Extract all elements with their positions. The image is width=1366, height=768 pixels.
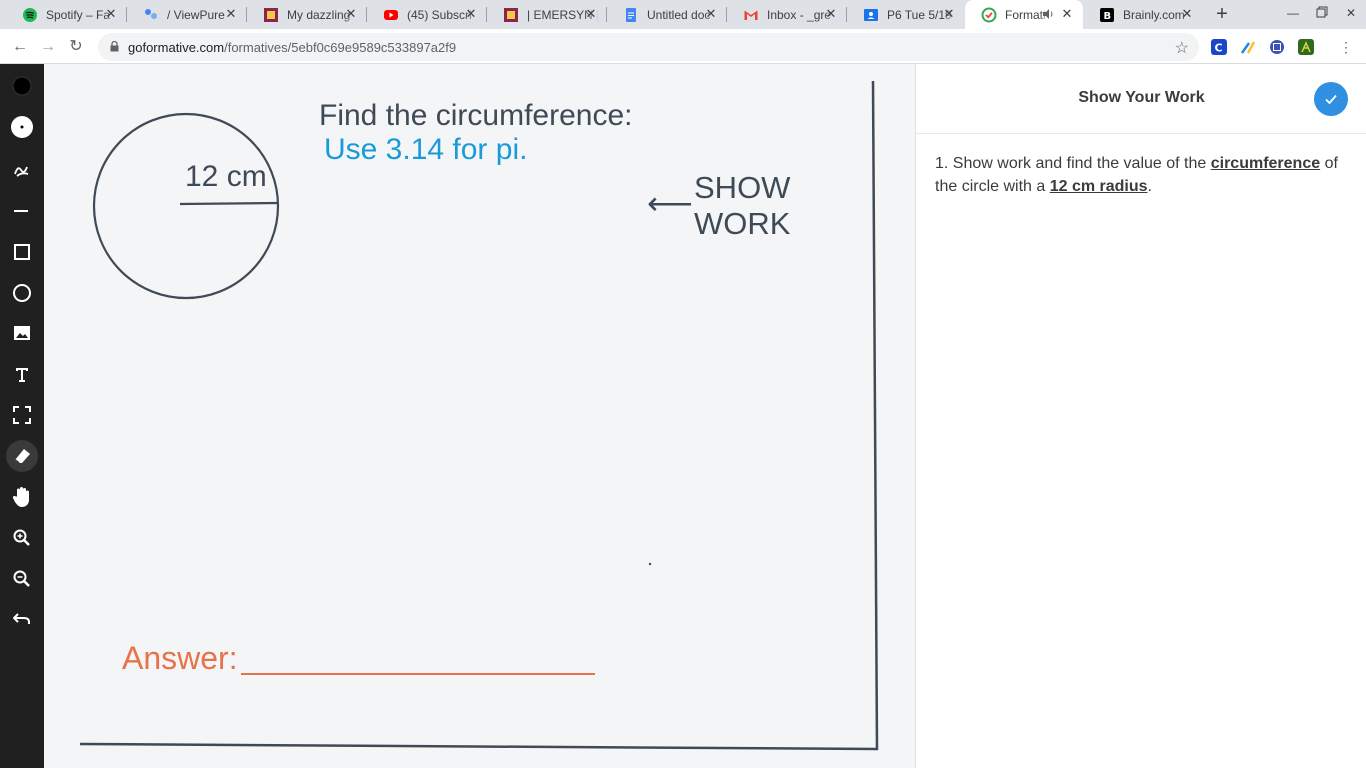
tab-docs[interactable]: Untitled doc ✕	[607, 0, 727, 29]
checkmark-icon	[1325, 94, 1337, 105]
radius-label: 12 cm	[185, 160, 267, 193]
extension-c-icon[interactable]: C	[1211, 39, 1227, 55]
term-circumference: circumference	[1210, 155, 1321, 172]
close-tab-icon[interactable]: ✕	[105, 7, 117, 20]
formative-icon	[981, 7, 997, 23]
tab-brainly[interactable]: B Brainly.com ✕	[1083, 0, 1203, 29]
svg-text:C: C	[1215, 42, 1223, 55]
close-tab-icon[interactable]: ✕	[345, 7, 357, 20]
right-border-line	[871, 80, 879, 751]
eraser-tool-icon[interactable]	[6, 440, 38, 472]
spotify-icon	[22, 7, 38, 23]
tab-bitmoji-1[interactable]: My dazzling ✕	[247, 0, 367, 29]
extension-pen-icon[interactable]	[1240, 39, 1256, 55]
tab-gmail[interactable]: Inbox - _gre ✕	[727, 0, 847, 29]
circle-tool-icon[interactable]	[6, 277, 38, 309]
question-panel: Show Your Work 1. Show work and find the…	[915, 64, 1366, 768]
close-tab-icon[interactable]: ✕	[1181, 7, 1193, 20]
browser-toolbar: ← → ↻ goformative.com/formatives/5ebf0c6…	[0, 29, 1366, 64]
tab-classroom[interactable]: P6 Tue 5/19 ✕	[847, 0, 965, 29]
stray-dot	[648, 562, 652, 566]
pen-tool-icon[interactable]	[6, 154, 38, 186]
tab-bitmoji-2[interactable]: | EMERSYN | ✕	[487, 0, 607, 29]
rectangle-tool-icon[interactable]	[6, 236, 38, 268]
undo-icon[interactable]	[6, 603, 38, 635]
drawing-canvas[interactable]: Find the circumference: Use 3.14 for pi.…	[44, 64, 915, 768]
close-tab-icon[interactable]: ✕	[465, 7, 477, 20]
minimize-icon[interactable]: —	[1285, 6, 1301, 22]
brush-size-icon[interactable]	[6, 111, 38, 143]
question-text: 1. Show work and find the value of the c…	[935, 155, 1338, 195]
zoom-in-icon[interactable]	[6, 522, 38, 554]
image-tool-icon[interactable]	[6, 317, 38, 349]
new-tab-button[interactable]: +	[1212, 4, 1232, 25]
submit-check-button[interactable]	[1314, 82, 1348, 116]
brainly-icon: B	[1099, 7, 1115, 23]
extension-globe-icon[interactable]	[1269, 39, 1285, 55]
close-window-icon[interactable]: ✕	[1343, 6, 1359, 22]
answer-label: Answer:	[122, 640, 238, 676]
zoom-out-icon[interactable]	[6, 563, 38, 595]
panel-title: Show Your Work	[1078, 89, 1205, 106]
show-work-label: SHOW WORK	[694, 170, 791, 241]
reload-icon[interactable]: ↻	[66, 37, 86, 57]
close-tab-icon[interactable]: ✕	[943, 7, 955, 20]
viewpure-icon	[143, 7, 159, 23]
bookmark-star-icon[interactable]: ☆	[1175, 38, 1189, 58]
svg-text:B: B	[1104, 11, 1112, 22]
restore-icon[interactable]	[1314, 6, 1330, 22]
close-tab-icon[interactable]: ✕	[585, 7, 597, 20]
left-arrow-icon: ⟵	[647, 185, 693, 221]
close-tab-icon[interactable]: ✕	[705, 7, 717, 20]
fullscreen-icon[interactable]	[6, 399, 38, 431]
circle-shape	[92, 112, 280, 300]
close-tab-icon[interactable]: ✕	[825, 7, 837, 20]
url-text: goformative.com/formatives/5ebf0c69e9589…	[128, 40, 457, 55]
chrome-menu-icon[interactable]: ⋮	[1336, 37, 1356, 57]
text-tool-icon[interactable]	[6, 358, 38, 390]
gmail-icon	[743, 7, 759, 23]
radius-line	[179, 201, 279, 206]
tab-spotify[interactable]: Spotify – Fa ✕	[6, 0, 127, 29]
tab-youtube[interactable]: (45) Subscri ✕	[367, 0, 487, 29]
tab-viewpure[interactable]: / ViewPure ✕	[127, 0, 247, 29]
extension-figure-icon[interactable]	[1298, 39, 1314, 55]
drawing-tools	[0, 64, 44, 768]
forward-icon[interactable]: →	[38, 37, 58, 57]
bitmoji-icon	[503, 7, 519, 23]
pi-hint: Use 3.14 for pi.	[324, 133, 528, 166]
color-picker-icon[interactable]	[6, 70, 38, 102]
lock-icon	[110, 41, 119, 52]
back-icon[interactable]: ←	[10, 37, 30, 57]
speaker-icon[interactable]	[1041, 7, 1055, 21]
problem-heading: Find the circumference:	[319, 99, 633, 132]
address-bar[interactable]: goformative.com/formatives/5ebf0c69e9589…	[98, 33, 1199, 61]
bottom-border-line	[79, 742, 879, 751]
classroom-icon	[863, 7, 879, 23]
docs-icon	[623, 7, 639, 23]
close-tab-icon[interactable]: ✕	[1061, 7, 1073, 20]
youtube-icon	[383, 7, 399, 23]
bitmoji-icon	[263, 7, 279, 23]
tab-strip: Spotify – Fa ✕ / ViewPure ✕ My dazzling …	[0, 0, 1366, 29]
close-tab-icon[interactable]: ✕	[225, 7, 237, 20]
panel-header: Show Your Work	[916, 64, 1366, 134]
pan-hand-icon[interactable]	[6, 481, 38, 513]
tab-formative[interactable]: Formati ✕	[965, 0, 1083, 29]
term-radius: 12 cm radius	[1049, 178, 1148, 195]
line-tool-icon[interactable]	[6, 195, 38, 227]
